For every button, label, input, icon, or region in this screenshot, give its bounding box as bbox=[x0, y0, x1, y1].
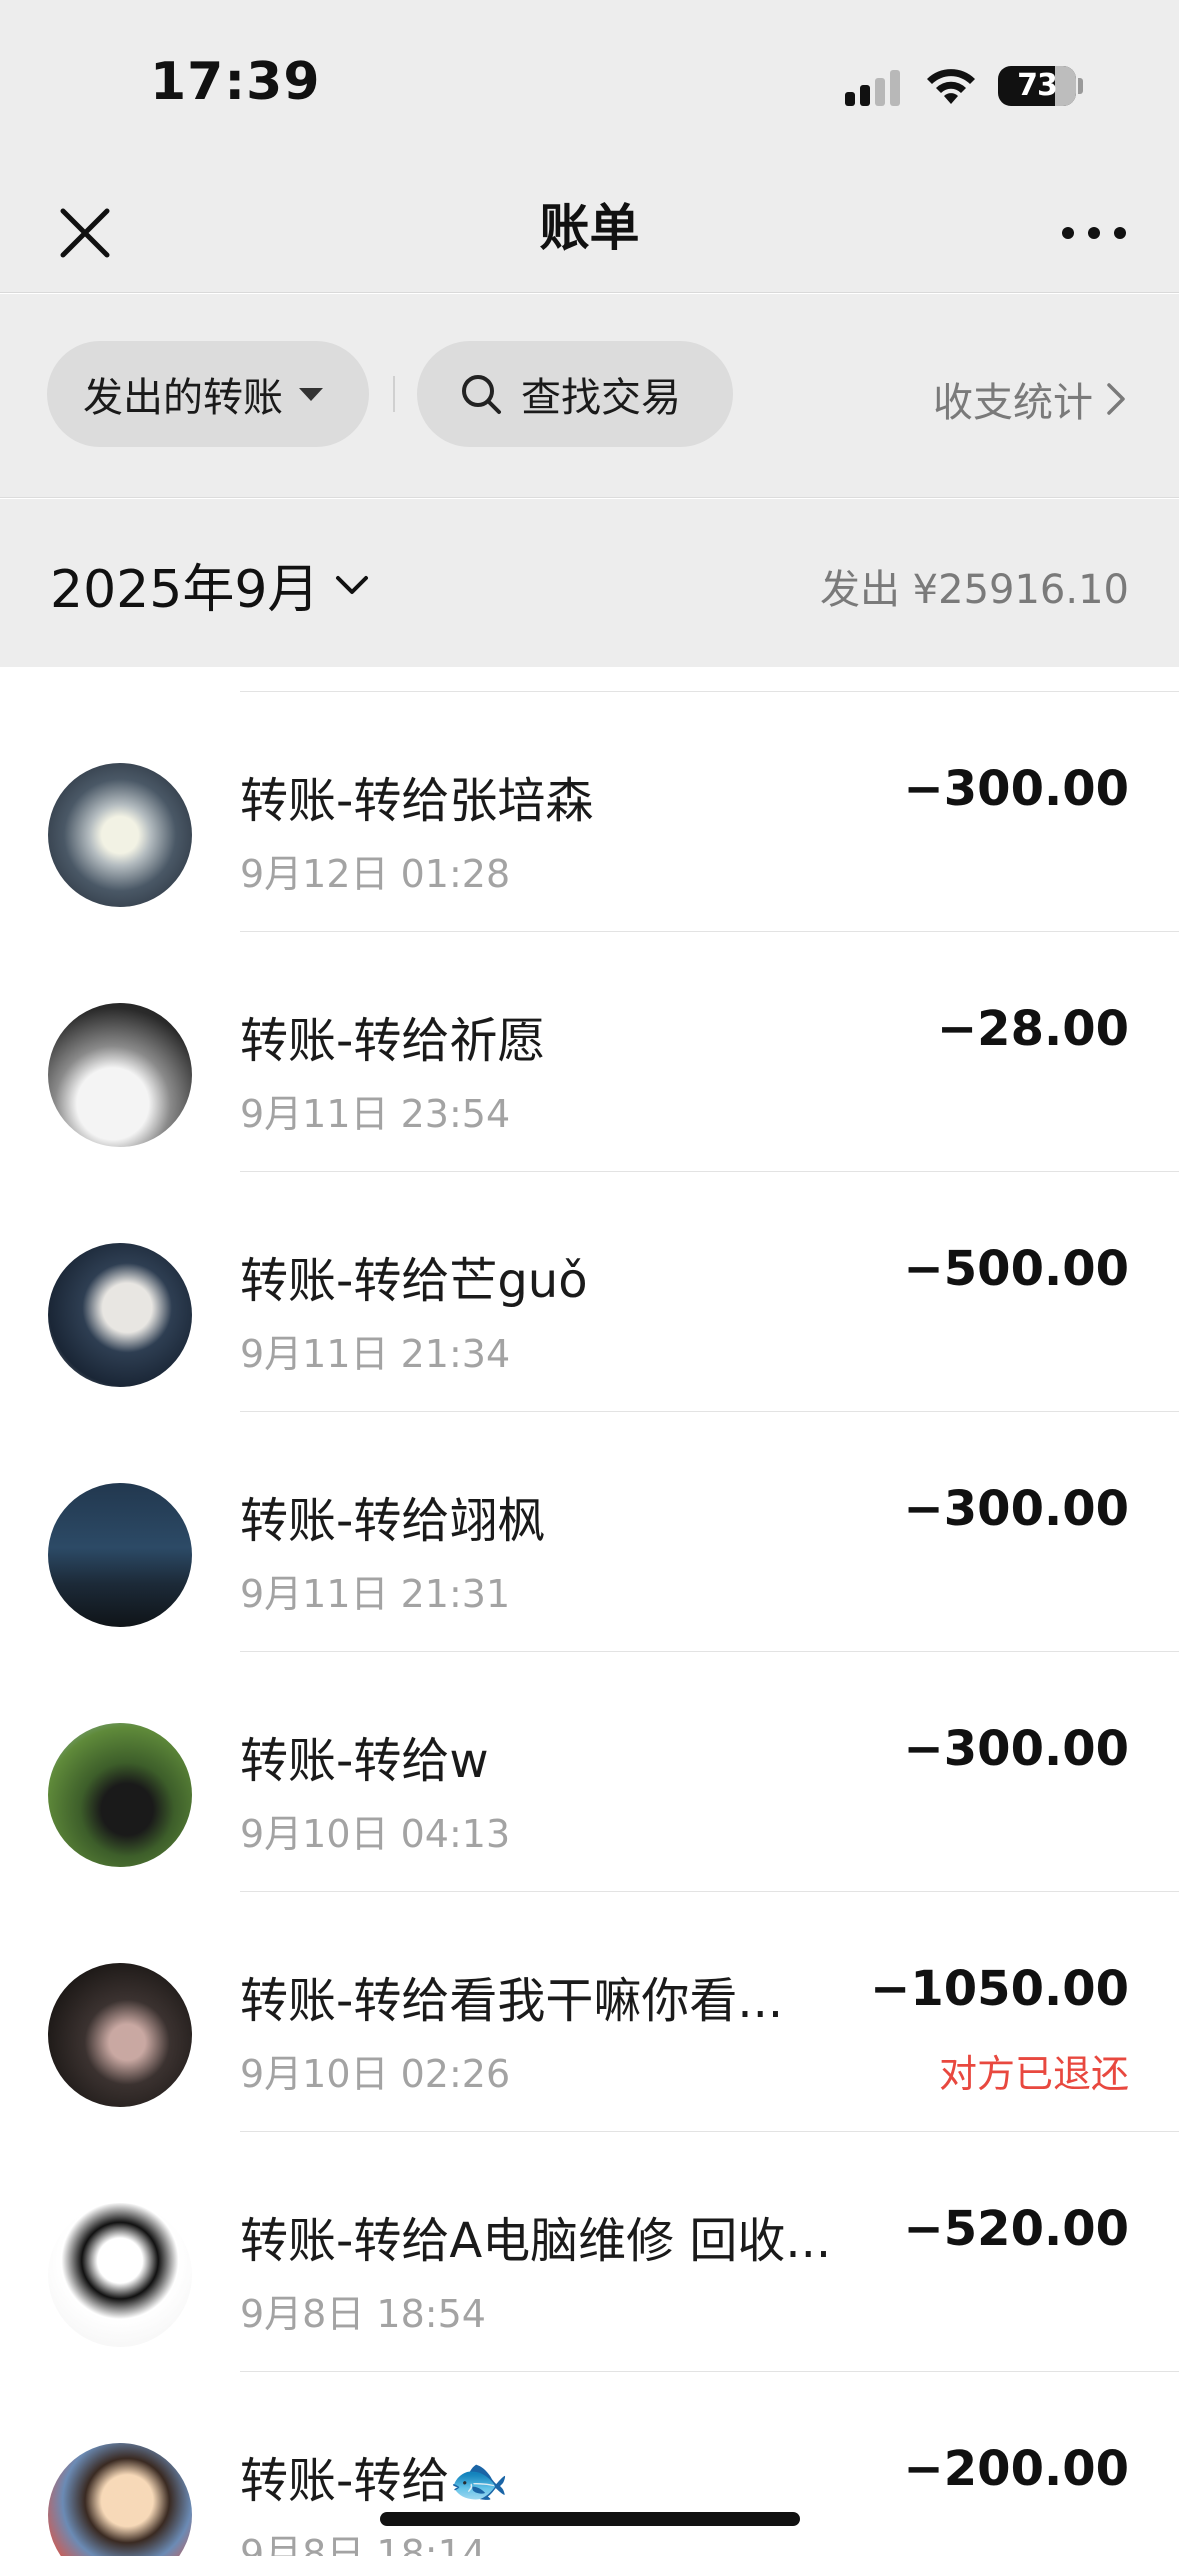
avatar bbox=[48, 1723, 192, 1867]
avatar bbox=[48, 2443, 192, 2556]
transaction-row[interactable]: 转账-转给张培森 9月12日 01:28 −300.00 bbox=[0, 691, 1179, 931]
transaction-time: 9月8日 18:54 bbox=[240, 2292, 486, 2336]
filter-bar: 发出的转账 查找交易 收支统计 bbox=[0, 294, 1179, 498]
transaction-amount: −1050.00 bbox=[870, 1961, 1129, 2017]
transaction-time: 9月12日 01:28 bbox=[240, 852, 511, 896]
home-indicator[interactable] bbox=[380, 2512, 800, 2526]
income-expense-stats-link[interactable]: 收支统计 bbox=[933, 370, 1127, 428]
transaction-row[interactable]: 转账-转给翊枫 9月11日 21:31 −300.00 bbox=[0, 1411, 1179, 1651]
divider bbox=[393, 376, 395, 412]
chevron-right-icon bbox=[1107, 383, 1125, 415]
transaction-time: 9月8日 18:14 bbox=[240, 2532, 486, 2556]
avatar bbox=[48, 1243, 192, 1387]
chevron-down-icon bbox=[336, 575, 369, 594]
transaction-title: 转账-转给祈愿 bbox=[240, 1013, 546, 1069]
avatar bbox=[48, 1003, 192, 1147]
search-transactions-button[interactable]: 查找交易 bbox=[417, 341, 733, 447]
transaction-amount: −200.00 bbox=[903, 2441, 1129, 2497]
month-total: 发出 ¥25916.10 bbox=[819, 567, 1129, 613]
status-bar: 17:39 73 bbox=[0, 0, 1179, 165]
transaction-time: 9月11日 23:54 bbox=[240, 1092, 511, 1136]
transaction-row[interactable]: 转账-转给芒guǒ 9月11日 21:34 −500.00 bbox=[0, 1171, 1179, 1411]
battery-icon: 73 bbox=[998, 66, 1076, 106]
search-icon bbox=[462, 375, 501, 414]
transaction-type-dropdown[interactable]: 发出的转账 bbox=[47, 341, 369, 447]
transaction-amount: −300.00 bbox=[903, 1721, 1129, 1777]
status-time: 17:39 bbox=[150, 52, 321, 112]
transaction-row[interactable]: 转账-转给🐟 9月8日 18:14 −200.00 bbox=[0, 2371, 1179, 2556]
wifi-icon bbox=[927, 69, 975, 104]
cellular-signal-icon bbox=[845, 70, 900, 106]
avatar bbox=[48, 763, 192, 907]
transaction-row[interactable]: 转账-转给w 9月10日 04:13 −300.00 bbox=[0, 1651, 1179, 1891]
month-selector[interactable]: 2025年9月 bbox=[50, 547, 369, 622]
avatar bbox=[48, 1483, 192, 1627]
transaction-title: 转账-转给张培森 bbox=[240, 773, 594, 829]
transaction-row[interactable]: 转账-转给看我干嘛你看... 9月10日 02:26 −1050.00 对方已退… bbox=[0, 1891, 1179, 2131]
transaction-list: 转账-转给张培森 9月12日 01:28 −300.00 转账-转给祈愿 9月1… bbox=[0, 667, 1179, 2556]
transaction-row[interactable]: 转账-转给A电脑维修 回收... 9月8日 18:54 −520.00 bbox=[0, 2131, 1179, 2371]
caret-down-icon bbox=[299, 387, 323, 401]
transaction-title: 转账-转给🐟 bbox=[240, 2453, 510, 2509]
transaction-title: 转账-转给看我干嘛你看... bbox=[240, 1973, 784, 2029]
battery-cap bbox=[1078, 78, 1083, 94]
transaction-time: 9月11日 21:31 bbox=[240, 1572, 511, 1616]
transaction-amount: −520.00 bbox=[903, 2201, 1129, 2257]
refund-status: 对方已退还 bbox=[938, 2052, 1129, 2096]
stats-label: 收支统计 bbox=[933, 380, 1093, 426]
transaction-type-label: 发出的转账 bbox=[83, 375, 283, 421]
month-label: 2025年9月 bbox=[50, 560, 320, 620]
battery-level: 73 bbox=[1017, 68, 1058, 103]
transaction-title: 转账-转给翊枫 bbox=[240, 1493, 546, 1549]
avatar bbox=[48, 1963, 192, 2107]
search-label: 查找交易 bbox=[521, 375, 681, 421]
transaction-title: 转账-转给w bbox=[240, 1733, 489, 1789]
page-title: 账单 bbox=[539, 199, 640, 257]
transaction-time: 9月11日 21:34 bbox=[240, 1332, 511, 1376]
transaction-amount: −300.00 bbox=[903, 761, 1129, 817]
transaction-time: 9月10日 02:26 bbox=[240, 2052, 511, 2096]
month-header: 2025年9月 发出 ¥25916.10 bbox=[0, 499, 1179, 667]
nav-bar: 账单 bbox=[0, 165, 1179, 293]
more-options-icon[interactable] bbox=[1054, 203, 1134, 263]
transaction-row[interactable]: 转账-转给祈愿 9月11日 23:54 −28.00 bbox=[0, 931, 1179, 1171]
transaction-amount: −300.00 bbox=[903, 1481, 1129, 1537]
transaction-time: 9月10日 04:13 bbox=[240, 1812, 511, 1856]
transaction-title: 转账-转给芒guǒ bbox=[240, 1253, 588, 1309]
transaction-amount: −500.00 bbox=[903, 1241, 1129, 1297]
avatar bbox=[48, 2203, 192, 2347]
transaction-title: 转账-转给A电脑维修 回收... bbox=[240, 2213, 832, 2269]
transaction-amount: −28.00 bbox=[936, 1001, 1129, 1057]
